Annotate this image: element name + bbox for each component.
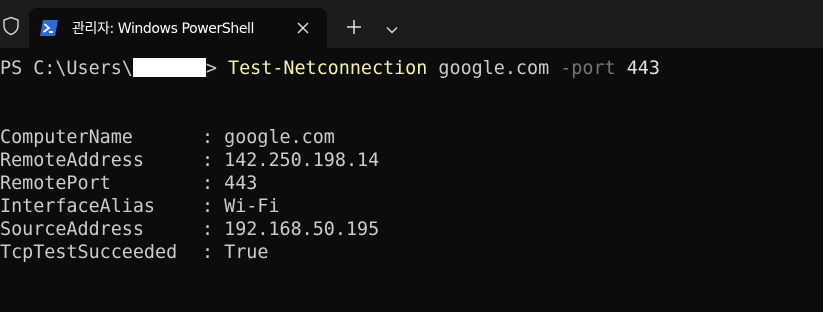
chevron-down-icon (386, 19, 398, 38)
prompt-line: PS C:\Users\ > Test-Netconnection google.… (0, 57, 660, 80)
tab-bar: 관리자: Windows PowerShell (0, 0, 823, 48)
output-separator: : (202, 196, 225, 217)
output-row: RemotePort: 443 (0, 172, 257, 195)
output-value: 192.168.50.195 (224, 219, 380, 240)
output-separator: : (202, 219, 225, 240)
output-row: TcpTestSucceeded: True (0, 241, 268, 264)
output-row: InterfaceAlias: Wi-Fi (0, 195, 280, 218)
output-row: ComputerName: google.com (0, 126, 335, 149)
output-key: RemotePort (0, 173, 111, 194)
output-value: 443 (224, 173, 258, 194)
output-separator: : (202, 173, 225, 194)
parameter-value: 443 (626, 58, 660, 79)
command-name: Test-Netconnection (228, 58, 428, 79)
close-icon[interactable] (293, 18, 313, 38)
output-key: ComputerName (0, 127, 133, 148)
output-separator: : (202, 242, 225, 263)
redacted-username (132, 58, 206, 77)
output-key: RemoteAddress (0, 150, 144, 171)
output-row: RemoteAddress: 142.250.198.14 (0, 149, 379, 172)
output-row: SourceAddress: 192.168.50.195 (0, 218, 379, 241)
prompt-suffix: > (205, 58, 217, 79)
output-value: google.com (224, 127, 335, 148)
output-key: TcpTestSucceeded (0, 242, 178, 263)
shield-icon (0, 14, 22, 38)
prompt-prefix: PS C:\Users\ (0, 58, 133, 79)
command-argument: google.com (438, 58, 550, 79)
output-separator: : (202, 127, 225, 148)
plus-icon (347, 19, 361, 38)
new-tab-button[interactable] (340, 14, 368, 42)
tab-powershell[interactable]: 관리자: Windows PowerShell (29, 8, 327, 48)
powershell-icon (39, 18, 59, 38)
tab-title: 관리자: Windows PowerShell (72, 21, 255, 37)
output-value: True (224, 242, 269, 263)
output-key: InterfaceAlias (0, 196, 156, 217)
terminal-output[interactable]: PS C:\Users\ > Test-Netconnection google.… (0, 48, 823, 312)
output-value: 142.250.198.14 (224, 150, 380, 171)
output-value: Wi-Fi (224, 196, 280, 217)
dropdown-button[interactable] (378, 14, 406, 42)
command-parameter: -port (560, 58, 616, 79)
output-key: SourceAddress (0, 219, 144, 240)
output-separator: : (202, 150, 225, 171)
